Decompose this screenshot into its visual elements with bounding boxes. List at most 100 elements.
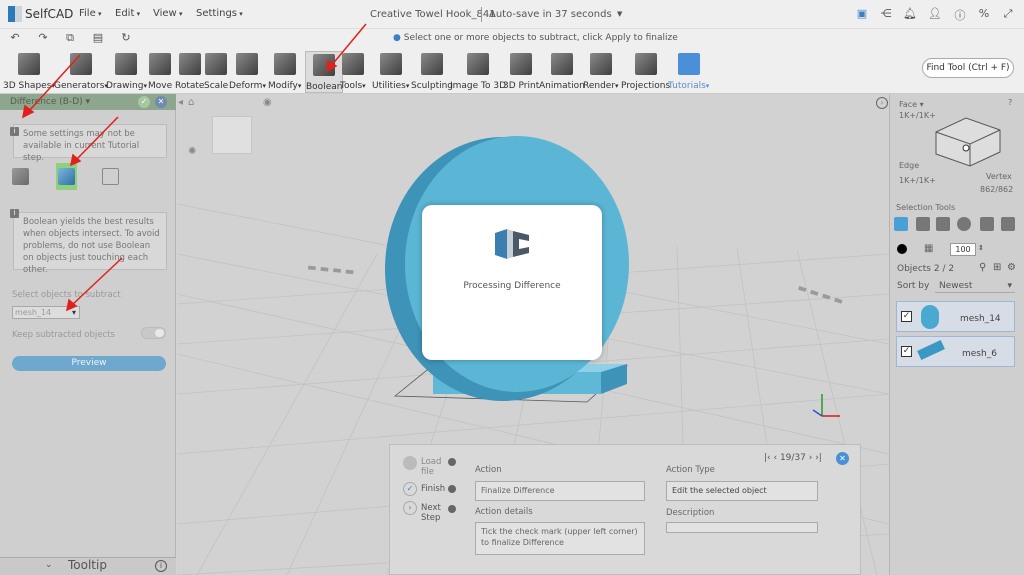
object-name[interactable]: mesh_6: [962, 349, 997, 359]
keep-subtracted-toggle[interactable]: [141, 327, 166, 339]
processing-message: Processing Difference: [463, 281, 561, 291]
subtract-object-select[interactable]: mesh_14: [12, 306, 80, 319]
tool-deform[interactable]: Deform: [229, 51, 266, 93]
app-name: SelfCAD: [25, 7, 74, 21]
autosave-dropdown-icon[interactable]: ▼: [617, 10, 622, 18]
tutorial-panel: [389, 444, 861, 575]
tool-generators[interactable]: Generators: [54, 51, 108, 93]
selfcad-logo-icon: [8, 6, 22, 22]
preview-button[interactable]: Preview: [12, 356, 166, 371]
pager-text: 19/37: [779, 453, 806, 463]
camera-icon[interactable]: ◉: [263, 97, 272, 108]
tool-scale[interactable]: Scale: [204, 51, 228, 93]
tool-3d-shapes[interactable]: 3D Shapes: [3, 51, 55, 93]
step-info-icon[interactable]: [448, 458, 456, 466]
menu-edit[interactable]: Edit: [115, 8, 140, 19]
tutorial-pager[interactable]: |‹ ‹ 19/37 › ›|: [764, 453, 822, 463]
union-icon[interactable]: [12, 168, 29, 185]
copy-icon[interactable]: ⧉: [63, 31, 77, 45]
home-view-icon[interactable]: ⌂: [188, 97, 194, 108]
apply-check-button[interactable]: ✓: [138, 96, 150, 108]
collapse-right-panel-icon[interactable]: ›: [876, 97, 888, 109]
brush-pattern-icon[interactable]: ▦: [924, 243, 933, 254]
undo-icon[interactable]: ↶: [8, 31, 22, 44]
brush-size-input[interactable]: 100: [950, 243, 976, 256]
close-panel-button[interactable]: ✕: [155, 96, 167, 108]
selection-mode-cube-icon[interactable]: [930, 110, 1006, 172]
step-info-icon[interactable]: [448, 505, 456, 513]
tooltip-info-icon[interactable]: i: [155, 560, 167, 572]
object-checkbox[interactable]: ✓: [901, 311, 912, 322]
select-faces-icon[interactable]: [916, 217, 930, 231]
find-tool-button[interactable]: Find Tool (Ctrl + F): [922, 58, 1014, 78]
fullscreen-icon[interactable]: ⤢: [1001, 7, 1015, 21]
tool-utilities[interactable]: Utilities: [372, 51, 409, 93]
menu-settings[interactable]: Settings: [196, 8, 243, 19]
title-divider: [481, 7, 482, 22]
tool-sculpting[interactable]: Sculpting: [411, 51, 453, 93]
status-hint: ● Select one or more objects to subtract…: [393, 33, 678, 43]
step-finish[interactable]: Finish: [421, 484, 445, 494]
step-next[interactable]: Next Step: [421, 503, 445, 523]
view-cube[interactable]: [212, 116, 252, 154]
step-info-icon[interactable]: [448, 485, 456, 493]
face-mode-label[interactable]: Face ▾: [899, 100, 924, 109]
units-icon[interactable]: %: [977, 7, 991, 21]
brush-circle-icon[interactable]: [897, 244, 907, 254]
tooltip-label[interactable]: Tooltip: [68, 558, 107, 572]
redo-icon[interactable]: ↷: [36, 31, 50, 44]
light-icon[interactable]: ✺: [188, 146, 196, 157]
select-all-cube-icon[interactable]: [894, 217, 908, 231]
boolean-tip-note: Boolean yields the best results when obj…: [13, 212, 167, 275]
tool-animation[interactable]: Animation: [539, 51, 585, 93]
tool-3d-print[interactable]: 3D Print: [503, 51, 539, 93]
select-ring-icon[interactable]: [1001, 217, 1015, 231]
save-icon[interactable]: ▣: [855, 7, 869, 21]
close-tutorial-button[interactable]: ✕: [836, 452, 849, 465]
tool-projections[interactable]: Projections: [621, 51, 670, 93]
menu-view[interactable]: View: [153, 8, 182, 19]
viewport-back-icon[interactable]: ◂: [178, 97, 183, 108]
size-stepper-icon[interactable]: ⇕: [978, 244, 984, 252]
object-name[interactable]: mesh_14: [960, 314, 1001, 324]
tool-modify[interactable]: Modify: [268, 51, 301, 93]
tool-move[interactable]: Move: [148, 51, 172, 93]
step-load-file[interactable]: Load file: [421, 457, 445, 477]
vertex-label[interactable]: Vertex: [986, 172, 1012, 181]
projections-icon: [634, 53, 657, 75]
tutorials-icon: [677, 53, 700, 75]
sort-select[interactable]: Newest: [935, 279, 1015, 293]
app-logo[interactable]: SelfCAD: [8, 6, 73, 22]
search-icon[interactable]: ⚲: [979, 262, 986, 273]
objects-count: Objects 2 / 2: [897, 264, 955, 274]
help-icon[interactable]: ?: [1008, 98, 1012, 107]
action-field: Finalize Difference: [475, 481, 645, 501]
object-row-mesh-6[interactable]: [896, 336, 1015, 367]
clipboard-icon[interactable]: ▤: [91, 31, 105, 44]
object-checkbox[interactable]: ✓: [901, 346, 912, 357]
select-edges-icon[interactable]: [936, 217, 950, 231]
tool-tools[interactable]: Tools: [340, 51, 366, 93]
info-icon[interactable]: ⓘ: [953, 7, 967, 22]
select-loop-icon[interactable]: [980, 217, 994, 231]
account-icon[interactable]: 👤︎: [928, 7, 942, 21]
tool-boolean[interactable]: Boolean: [305, 51, 344, 93]
group-icon[interactable]: ⊞: [993, 262, 1001, 273]
refresh-icon[interactable]: ↻: [119, 31, 133, 44]
select-vertices-icon[interactable]: [957, 217, 971, 231]
chevron-down-icon[interactable]: ⌄: [45, 560, 53, 570]
intersection-icon[interactable]: [102, 168, 119, 185]
tool-rotate[interactable]: Rotate: [175, 51, 204, 93]
share-icon[interactable]: ⋲: [879, 7, 893, 21]
menu-file[interactable]: File: [79, 8, 101, 19]
project-title[interactable]: Creative Towel Hook_841: [370, 9, 496, 20]
settings-icon[interactable]: ⚙: [1007, 262, 1016, 273]
tool-image-to-3d[interactable]: Image To 3D: [450, 51, 506, 93]
panel-title[interactable]: Difference (B-D): [10, 97, 90, 107]
tutorial-settings-note: Some settings may not be available in cu…: [13, 124, 167, 163]
tool-drawing[interactable]: Drawing: [106, 51, 147, 93]
edge-label[interactable]: Edge: [899, 161, 919, 170]
tool-render[interactable]: Render: [583, 51, 619, 93]
tool-tutorials[interactable]: Tutorials: [668, 51, 709, 93]
notification-bell-icon[interactable]: 🔔︎: [903, 7, 917, 21]
